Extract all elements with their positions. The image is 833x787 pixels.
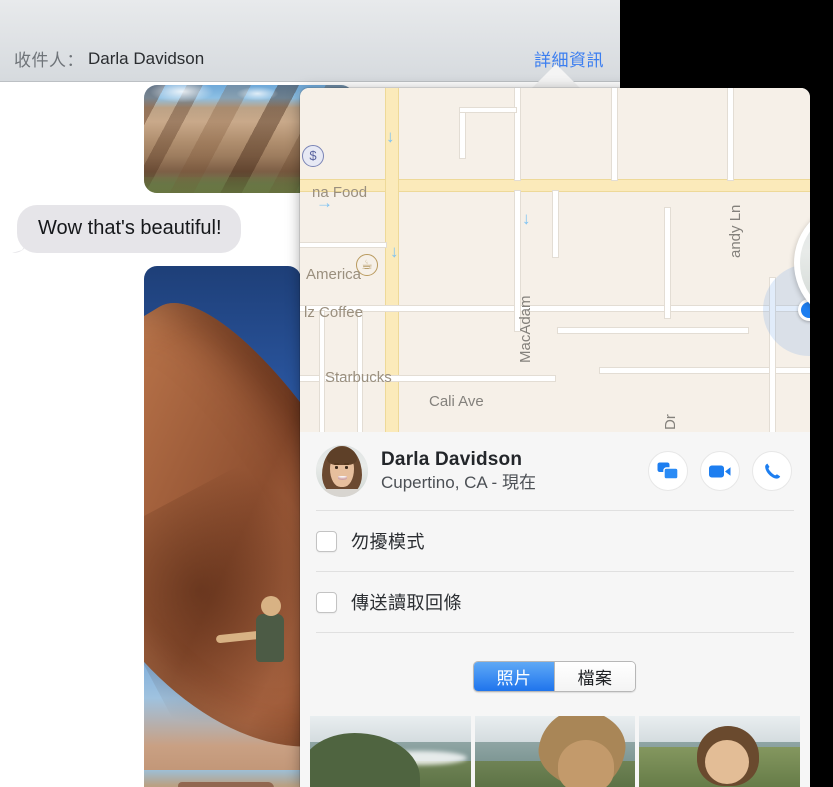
traffic-arrow-down-3: ↓ (522, 210, 531, 227)
contact-avatar[interactable] (316, 445, 368, 497)
do-not-disturb-row[interactable]: 勿擾模式 (316, 511, 794, 571)
send-read-receipts-checkbox[interactable] (316, 592, 337, 613)
arch-person-body (256, 614, 284, 662)
map-avatar-image (800, 208, 810, 318)
map-label-starbucks: Starbucks (325, 369, 392, 386)
divider-3 (316, 632, 794, 633)
map-road-nile-dr (665, 208, 670, 318)
contact-location-time: Cupertino, CA - 現在 (381, 472, 536, 494)
contact-name: Darla Davidson (381, 448, 536, 471)
screen: 收件人： Darla Davidson 詳細資訊 Wow that's beau… (0, 0, 833, 787)
map-road-h7 (460, 108, 516, 112)
send-read-receipts-label: 傳送讀取回條 (351, 589, 462, 615)
to-label: 收件人： (14, 46, 84, 71)
attachment-thumbnail-1[interactable] (310, 716, 471, 787)
map-label-philz-coffee: lz Coffee (304, 304, 363, 321)
map-label-nandy-ln: andy Ln (727, 205, 744, 258)
contact-text-block: Darla Davidson Cupertino, CA - 現在 (381, 448, 536, 493)
map-label-cali-ave: Cali Ave (429, 393, 484, 410)
attachment-thumbnail-3[interactable] (639, 716, 800, 787)
map-label-america: America (306, 266, 361, 283)
message-bubble[interactable]: Wow that's beautiful! (17, 205, 241, 253)
tab-files[interactable]: 檔案 (554, 662, 635, 691)
location-map[interactable]: ↓ ↓ → ↓ $ ☕ na Food America lz Coffee St… (300, 88, 810, 432)
message-button[interactable] (648, 451, 688, 491)
bank-of-america-icon: $ (302, 145, 324, 167)
messages-icon (657, 462, 679, 480)
phone-icon (763, 462, 782, 481)
details-popover: ↓ ↓ → ↓ $ ☕ na Food America lz Coffee St… (300, 88, 810, 787)
arch-person-head (261, 596, 281, 616)
messages-header-bar: 收件人： Darla Davidson 詳細資訊 (0, 0, 620, 82)
do-not-disturb-checkbox[interactable] (316, 531, 337, 552)
map-road-v6 (612, 88, 617, 180)
contact-action-buttons (648, 451, 792, 491)
map-road-h4 (300, 243, 386, 247)
message-row-incoming: Wow that's beautiful! (0, 205, 241, 253)
send-read-receipts-row[interactable]: 傳送讀取回條 (316, 572, 794, 632)
map-major-road-horizontal (300, 180, 810, 191)
map-road-nandy-ln (728, 88, 733, 180)
recipient-name: Darla Davidson (88, 49, 204, 69)
map-road-h5 (558, 328, 748, 333)
details-link[interactable]: 詳細資訊 (534, 46, 604, 71)
contact-avatar-image (316, 445, 368, 497)
traffic-arrow-down-1: ↓ (386, 128, 395, 145)
map-road-h6 (600, 368, 810, 373)
attachment-thumbnails (310, 716, 800, 787)
map-road-v1 (320, 311, 324, 432)
arch-photo[interactable] (144, 266, 301, 787)
map-label-na-food: na Food (312, 184, 367, 201)
arch-mesa (178, 782, 274, 787)
map-road-v5 (553, 191, 558, 257)
map-road-cali-ave (300, 306, 810, 311)
attachments-segmented-control[interactable]: 照片 檔案 (473, 661, 636, 692)
contact-row: Darla Davidson Cupertino, CA - 現在 (300, 432, 810, 510)
map-label-nile-dr: Nile Dr (662, 414, 679, 432)
map-road-v7 (460, 108, 465, 158)
audio-call-button[interactable] (752, 451, 792, 491)
video-camera-icon (709, 464, 731, 479)
do-not-disturb-label: 勿擾模式 (351, 528, 425, 554)
attachment-thumbnail-2[interactable] (475, 716, 636, 787)
tab-photos[interactable]: 照片 (474, 662, 554, 691)
video-call-button[interactable] (700, 451, 740, 491)
map-label-macadam: MacAdam (517, 295, 534, 363)
traffic-arrow-down-2: ↓ (390, 243, 399, 260)
map-road-v3 (515, 88, 520, 180)
